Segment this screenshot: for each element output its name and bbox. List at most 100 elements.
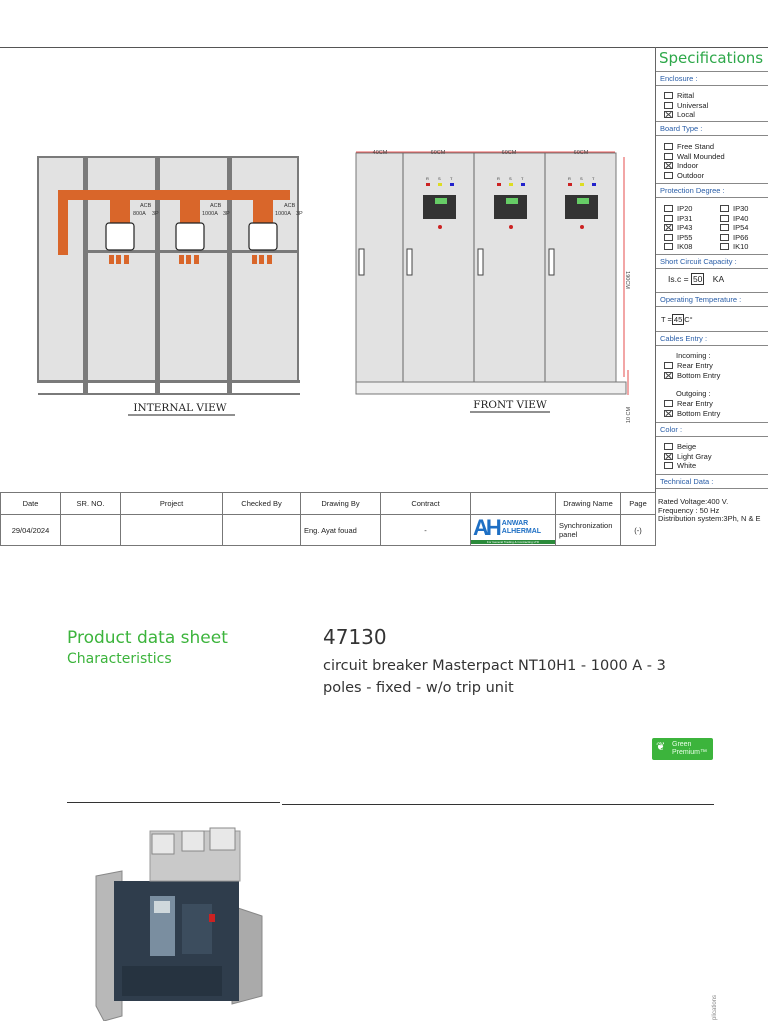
tech-line: Distribution system:3Ph, N & E	[658, 514, 761, 523]
project-value	[120, 514, 223, 546]
checkbox-option[interactable]: Indoor	[664, 161, 725, 171]
phase-label: R	[497, 176, 500, 181]
header-page: Page	[620, 492, 656, 515]
phase-label: S	[509, 176, 512, 181]
unchecked-box-icon[interactable]	[664, 214, 673, 222]
width-dim: 60CM	[574, 150, 589, 156]
checked-box-icon[interactable]	[664, 409, 673, 417]
acb-poles: 3P	[152, 211, 159, 217]
drawing-by-value: Eng. Ayat fouad	[300, 514, 381, 546]
color-options: Beige Light Gray White	[664, 442, 712, 471]
checked-box-icon[interactable]	[664, 371, 673, 379]
option-label: Rear Entry	[677, 361, 713, 370]
width-dim: 60CM	[431, 150, 446, 156]
outgoing-label: Outgoing :	[676, 389, 711, 398]
unchecked-box-icon[interactable]	[664, 92, 673, 99]
checkbox-option[interactable]: IP66	[720, 233, 748, 243]
datasheet-subtitle: Characteristics	[67, 651, 172, 667]
unchecked-box-icon[interactable]	[720, 214, 729, 222]
checkbox-option[interactable]: Wall Mounded	[664, 152, 725, 162]
unchecked-box-icon[interactable]	[720, 243, 729, 250]
unchecked-box-icon[interactable]	[664, 400, 673, 407]
checkbox-option[interactable]: Bottom Entry	[664, 409, 720, 419]
phase-label: S	[580, 176, 583, 181]
incoming-options: Rear Entry Bottom Entry	[664, 361, 720, 380]
specifications-panel: Specifications Enclosure : Rittal Univers…	[655, 47, 768, 545]
unchecked-box-icon[interactable]	[664, 205, 673, 212]
checkbox-option[interactable]: IP31	[664, 214, 692, 224]
checkbox-option[interactable]: IP55	[664, 233, 692, 243]
phase-label: R	[426, 176, 429, 181]
checkbox-option[interactable]: IK10	[720, 242, 748, 252]
header-contract: Contract	[380, 492, 471, 515]
checkbox-option[interactable]: IP43	[664, 223, 692, 233]
option-label: Indoor	[677, 161, 699, 170]
unchecked-box-icon[interactable]	[664, 171, 673, 179]
unchecked-box-icon[interactable]	[664, 143, 673, 150]
checkbox-option[interactable]: IP30	[720, 204, 748, 214]
checkbox-option[interactable]: IP54	[720, 223, 748, 233]
unchecked-box-icon[interactable]	[720, 233, 729, 241]
company-logo: AH ANWAR ALHERMAL For General Trading & C…	[470, 514, 556, 546]
front-view-title: FRONT VIEW	[473, 399, 547, 411]
temperature-header: Operating Temperature :	[656, 292, 768, 307]
checkbox-option[interactable]: Rear Entry	[664, 361, 720, 371]
technical-header: Technical Data :	[656, 474, 768, 489]
checked-box-icon[interactable]	[664, 111, 673, 118]
unchecked-box-icon[interactable]	[664, 443, 673, 450]
unchecked-box-icon[interactable]	[664, 152, 673, 160]
side-text: plications	[712, 994, 718, 1020]
enclosure-header: Enclosure :	[656, 71, 768, 86]
checkbox-option[interactable]: IK08	[664, 242, 692, 252]
checkbox-option[interactable]: IP40	[720, 214, 748, 224]
checkbox-option[interactable]: White	[664, 461, 712, 471]
header-date: Date	[0, 492, 61, 515]
unchecked-box-icon[interactable]	[664, 101, 673, 109]
protection-header: Protection Degree :	[656, 183, 768, 198]
checkbox-option[interactable]: Rittal	[664, 91, 708, 101]
base-dim: 10 CM	[626, 406, 632, 423]
option-label: IP55	[677, 232, 693, 242]
checkbox-option[interactable]: Local	[664, 110, 708, 120]
short-circuit-header: Short Circuit Capacity :	[656, 254, 768, 269]
checked-box-icon[interactable]	[664, 452, 673, 460]
checkbox-option[interactable]: Light Gray	[664, 452, 712, 462]
unchecked-box-icon[interactable]	[720, 224, 729, 231]
badge-line1: Green	[672, 741, 692, 748]
unchecked-box-icon[interactable]	[720, 205, 729, 212]
header-logo	[470, 492, 556, 515]
divider	[67, 802, 280, 803]
unchecked-box-icon[interactable]	[664, 362, 673, 369]
checkbox-option[interactable]: Free Stand	[664, 142, 725, 152]
checkbox-option[interactable]: Beige	[664, 442, 712, 452]
height-dim: 190CM	[624, 271, 630, 289]
checkbox-option[interactable]: Rear Entry	[664, 399, 720, 409]
option-label: Outdoor	[677, 170, 705, 180]
leaf-icon: ❦	[656, 741, 666, 753]
unchecked-box-icon[interactable]	[664, 233, 673, 241]
checkbox-option[interactable]: Outdoor	[664, 171, 725, 181]
option-label: Beige	[677, 442, 697, 451]
product-description-1: circuit breaker Masterpact NT10H1 - 1000…	[323, 658, 666, 674]
unchecked-box-icon[interactable]	[664, 243, 673, 250]
option-label: Rear Entry	[677, 399, 713, 408]
internal-view-drawing: ACB 800A 3P ACB 1000A 3P ACB 1000A 3P INTERNAL…	[37, 156, 303, 416]
checkbox-option[interactable]: Bottom Entry	[664, 371, 720, 381]
header-checked-by: Checked By	[222, 492, 301, 515]
option-label: Light Gray	[677, 451, 712, 461]
acb-rating: 800A	[133, 211, 146, 217]
checkbox-option[interactable]: IP20	[664, 204, 692, 214]
divider	[282, 804, 714, 805]
checkbox-option[interactable]: Universal	[664, 101, 708, 111]
option-label: IK08	[677, 242, 693, 251]
protection-options-right: IP30 IP40 IP54 IP66 IK10	[720, 204, 748, 252]
acb-rating: 1000A	[202, 211, 218, 217]
green-premium-badge[interactable]: ❦ Green Premium™	[652, 738, 713, 760]
acb-poles: 3P	[296, 211, 303, 217]
checked-box-icon[interactable]	[664, 224, 673, 231]
isc-unit: KA	[712, 274, 725, 284]
checked-box-icon[interactable]	[664, 162, 673, 169]
top-border	[0, 47, 768, 48]
unchecked-box-icon[interactable]	[664, 462, 673, 469]
protection-options-left: IP20 IP31 IP43 IP55 IK08	[664, 204, 692, 252]
